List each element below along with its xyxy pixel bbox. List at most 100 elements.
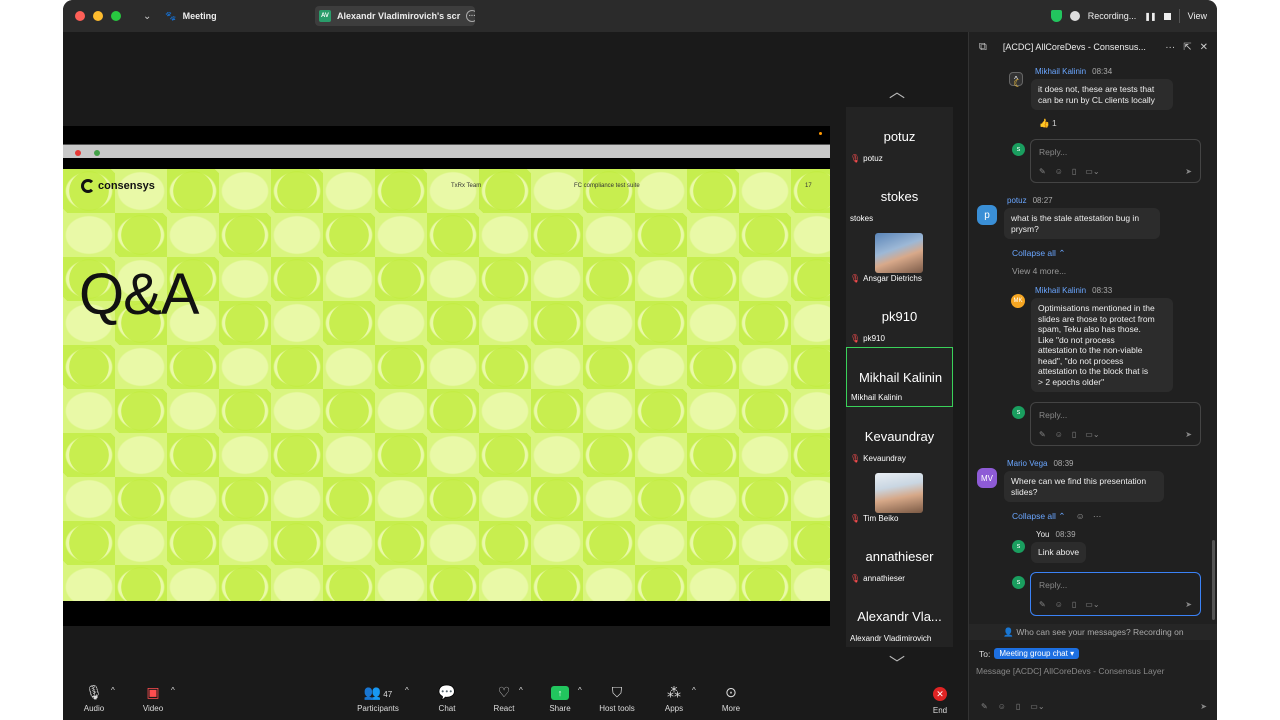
chat-button[interactable]: 💬 Chat (435, 684, 459, 713)
participant-tile[interactable]: annathieser 🎙 annathieser (846, 527, 953, 587)
message-text: what is the stale attestation bug in (1011, 213, 1140, 223)
reaction-badge[interactable]: 👍 1 (1039, 118, 1057, 129)
screenshot-icon[interactable]: ▭⌄ (1030, 702, 1044, 711)
reply-input-active[interactable]: Reply... ✎ ☺ ▯ ▭⌄ ➤ (1030, 572, 1201, 616)
send-icon[interactable]: ➤ (1185, 600, 1192, 609)
collapse-all-link[interactable]: Collapse all ⌃ (1012, 248, 1065, 259)
video-options-caret[interactable]: ^ (171, 686, 175, 695)
host-tools-label: Host tools (599, 704, 635, 713)
reply-placeholder: Reply... (1039, 410, 1068, 420)
moon-avatar-icon: ☾ (1013, 77, 1023, 90)
participant-tile[interactable]: pk910 🎙 pk910 (846, 287, 953, 347)
minimize-window-button[interactable] (93, 11, 103, 21)
chat-icon: 💬 (438, 684, 456, 700)
message-input[interactable]: Message [ACDC] AllCoreDevs - Consensus L… (976, 666, 1165, 676)
to-label: To: (979, 648, 991, 659)
format-icon[interactable]: ✎ (1039, 167, 1046, 176)
add-reaction-icon[interactable]: ☺ (1076, 511, 1085, 521)
react-label: React (493, 704, 515, 713)
mic-muted-icon: 🎙 (850, 334, 861, 343)
active-speaker-tile[interactable]: Mikhail Kalinin Mikhail Kalinin (846, 347, 953, 407)
stop-recording-icon[interactable] (1163, 12, 1171, 20)
react-options-caret[interactable]: ^ (519, 686, 523, 695)
participant-tile[interactable]: stokes stokes (846, 167, 953, 227)
mic-muted-icon: 🎙 (850, 154, 861, 163)
more-options-icon[interactable]: ··· (1165, 42, 1175, 53)
share-title: Alexandr Vladimirovich's scr (337, 11, 461, 21)
share-screen-icon: ↑ (551, 686, 569, 700)
view-more-link[interactable]: View 4 more... (1012, 266, 1066, 276)
message-text: attestation to the block that is (1038, 366, 1149, 376)
emoji-icon[interactable]: ☺ (998, 702, 1006, 711)
collapse-all-link[interactable]: Collapse all ⌃ ☺ ··· (1012, 511, 1101, 522)
send-icon[interactable]: ➤ (1185, 167, 1192, 176)
slide-pattern-offset (63, 169, 830, 601)
reply-input[interactable]: Reply... ✎ ☺ ▯ ▭⌄ ➤ (1030, 139, 1201, 183)
file-icon[interactable]: ▯ (1072, 600, 1076, 609)
recipient-dropdown[interactable]: Meeting group chat ▾ (994, 648, 1080, 659)
end-icon: ✕ (933, 687, 947, 701)
chat-scrollbar[interactable] (1212, 540, 1215, 620)
emoji-icon[interactable]: ☺ (1055, 600, 1063, 609)
react-button[interactable]: ♡ React (491, 684, 517, 713)
participants-options-caret[interactable]: ^ (405, 686, 409, 695)
view-button[interactable]: View (1188, 11, 1207, 21)
more-button[interactable]: ⊙ More (719, 684, 743, 713)
format-icon[interactable]: ✎ (1039, 600, 1046, 609)
more-options-icon[interactable]: ··· (466, 10, 475, 22)
gallery-scroll-down-icon[interactable]: ﹀ (889, 650, 905, 674)
screenshot-icon[interactable]: ▭⌄ (1085, 167, 1099, 176)
participant-tile[interactable]: potuz 🎙 potuz (846, 107, 953, 167)
participant-tile[interactable]: Alexandr Vla... Alexandr Vladimirovich (846, 587, 953, 647)
apps-button[interactable]: ⁂ Apps (662, 684, 686, 713)
end-meeting-button[interactable]: ✕ End (929, 684, 951, 715)
pause-recording-icon[interactable]: ❚❚ (1144, 12, 1156, 21)
participant-photo (875, 233, 923, 273)
share-button[interactable]: ↑ Share (548, 684, 572, 713)
screenshot-icon[interactable]: ▭⌄ (1085, 430, 1099, 439)
screen-share-indicator[interactable]: AV Alexandr Vladimirovich's scr ··· (315, 6, 475, 26)
participant-tile[interactable]: 🎙 Tim Beiko (846, 467, 953, 527)
mic-muted-icon: 🎙 (850, 514, 861, 523)
screenshot-icon[interactable]: ▭⌄ (1085, 600, 1099, 609)
close-window-button[interactable] (75, 11, 85, 21)
apps-options-caret[interactable]: ^ (692, 686, 696, 695)
host-tools-button[interactable]: ⛉ Host tools (597, 684, 637, 713)
send-icon[interactable]: ➤ (1185, 430, 1192, 439)
audio-options-caret[interactable]: ^ (111, 686, 115, 695)
format-icon[interactable]: ✎ (981, 702, 988, 711)
pop-out-icon[interactable]: ⇱ (1183, 42, 1191, 53)
recording-label: Recording... (1087, 11, 1137, 21)
more-options-icon[interactable]: ··· (1093, 511, 1102, 521)
file-icon[interactable]: ▯ (1016, 702, 1020, 711)
recipient-row: To: Meeting group chat ▾ (979, 648, 1080, 659)
video-button[interactable]: ▣ Video (142, 684, 164, 713)
share-options-caret[interactable]: ^ (578, 686, 582, 695)
participant-tile[interactable]: Kevaundray 🎙 Kevaundray (846, 407, 953, 467)
message-text: prysm? (1011, 223, 1039, 234)
participants-button[interactable]: 👥 47 Participants (353, 684, 403, 713)
participant-display-name: Kevaundray (864, 429, 935, 444)
gallery-scroll-up-icon[interactable]: ︿ (889, 78, 905, 102)
compose-tools: ✎ ☺ ▯ ▭⌄ (981, 702, 1045, 711)
chevron-down-icon[interactable]: ⌄ (143, 11, 151, 22)
maximize-window-button[interactable] (111, 11, 121, 21)
participant-name: Mikhail Kalinin (851, 393, 903, 402)
file-icon[interactable]: ▯ (1072, 167, 1076, 176)
format-icon[interactable]: ✎ (1039, 430, 1046, 439)
mic-muted-icon: 🎙 (850, 454, 861, 463)
emoji-icon[interactable]: ☺ (1055, 430, 1063, 439)
reply-input[interactable]: Reply... ✎ ☺ ▯ ▭⌄ ➤ (1030, 402, 1201, 446)
audio-button[interactable]: 🎙 Audio (83, 684, 105, 713)
shared-screen[interactable]: consensys TxRx Team FC compliance test s… (63, 126, 830, 626)
slide-heading: Q&A (79, 262, 199, 327)
visibility-note[interactable]: 👤 Who can see your messages? Recording o… (969, 624, 1217, 640)
more-icon: ⊙ (725, 684, 737, 700)
meeting-menu[interactable]: 🐾 Meeting (165, 11, 216, 22)
participant-tile[interactable]: 🎙 Ansgar Dietrichs (846, 227, 953, 287)
emoji-icon[interactable]: ☺ (1055, 167, 1063, 176)
close-icon[interactable]: ✕ (1200, 42, 1208, 53)
send-icon[interactable]: ➤ (1200, 702, 1207, 711)
file-icon[interactable]: ▯ (1072, 430, 1076, 439)
shield-icon[interactable] (1050, 10, 1062, 22)
